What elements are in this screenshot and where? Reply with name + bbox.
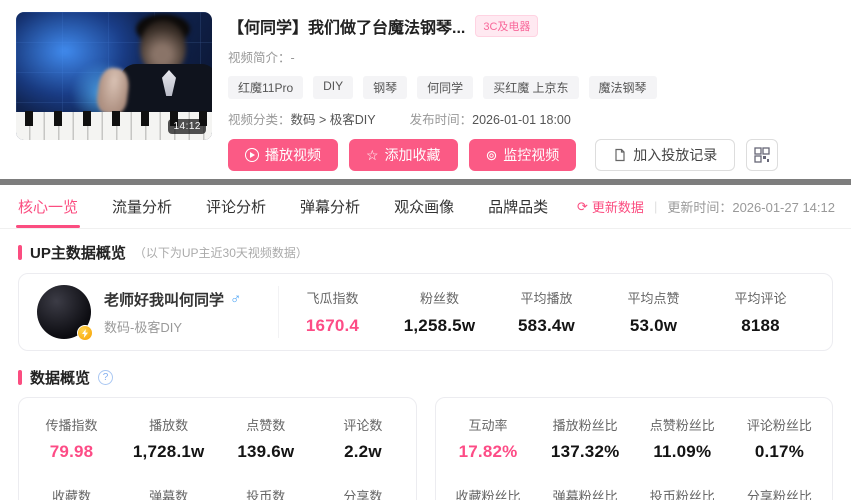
add-favorite-label: 添加收藏 [384, 147, 441, 163]
category-label: 视频分类： [228, 113, 291, 127]
up-overview-card: 老师好我叫何同学 ♂ 数码-极客DIY 飞瓜指数 1670.4 粉丝数 1,25… [18, 273, 833, 351]
publish-time-value: 2026-01-01 18:00 [472, 113, 571, 127]
description-value: - [290, 51, 295, 65]
category-badge: 3C及电器 [475, 15, 539, 37]
stat-shares: 分享数 6.6w [343, 489, 383, 500]
refresh-data-label: 更新数据 [591, 200, 644, 215]
stat-interaction-rate: 互动率 17.82% [458, 418, 518, 461]
monitor-video-button[interactable]: ⊚ 监控视频 [468, 139, 577, 171]
stat-comments: 评论数 2.2w [343, 418, 383, 461]
video-meta-row: 视频分类：数码 > 极客DIY 发布时间：2026-01-01 18:00 [228, 109, 835, 128]
up-stat-avg-likes: 平均点赞 53.0w [627, 291, 680, 335]
monitor-icon: ⊚ [485, 147, 498, 163]
stat-danmaku: 弹幕数 3.8w [149, 489, 189, 500]
vertical-separator: | [653, 199, 658, 214]
tab-danmaku-analysis[interactable]: 弹幕分析 [298, 185, 362, 228]
video-tag[interactable]: 何同学 [417, 76, 474, 99]
video-data-card: 传播指数 79.98 播放数 1,728.1w 点赞数 139.6w 评论数 2… [18, 397, 417, 500]
up-category: 数码-极客DIY [104, 319, 183, 335]
star-icon: ☆ [366, 147, 379, 163]
stat-coins: 投币数 95.0w [246, 489, 286, 500]
stat-plays: 播放数 1,728.1w [132, 418, 205, 461]
refresh-data-button[interactable]: ⟳ 更新数据 [577, 197, 644, 216]
play-video-button[interactable]: 播放视频 [228, 139, 338, 171]
stat-coin-fan-ratio: 投币粉丝比 7.55% [649, 489, 715, 500]
analysis-tabbar: 核心一览 流量分析 评论分析 弹幕分析 观众画像 品牌品类 ⟳ 更新数据 | 更… [0, 185, 851, 229]
stat-play-fan-ratio: 播放粉丝比 137.32% [550, 418, 620, 461]
up-stat-avg-plays: 平均播放 583.4w [518, 291, 575, 335]
video-duration-badge: 14:12 [168, 119, 206, 134]
up-profile[interactable]: 老师好我叫何同学 ♂ 数码-极客DIY [37, 285, 279, 341]
tab-comment-analysis[interactable]: 评论分析 [204, 185, 268, 228]
qr-code-button[interactable] [746, 139, 779, 171]
description-label: 视频简介： [228, 51, 291, 65]
stat-spread-index: 传播指数 79.98 [45, 418, 98, 461]
stat-share-fan-ratio: 分享粉丝比 0.52% [746, 489, 812, 500]
qr-code-icon [754, 147, 770, 163]
publish-time-label: 发布时间： [409, 113, 473, 127]
stat-like-fan-ratio: 点赞粉丝比 11.09% [649, 418, 715, 461]
up-section-note: （以下为UP主近30天视频数据） [133, 246, 308, 260]
stat-likes: 点赞数 139.6w [237, 418, 295, 461]
video-header: 14:12 【何同学】我们做了台魔法钢琴... 3C及电器 视频简介：- 红魔1… [0, 0, 851, 179]
stat-favorite-fan-ratio: 收藏粉丝比 4.83% [455, 489, 521, 500]
video-tag[interactable]: DIY [313, 76, 354, 99]
up-stat-avg-comments: 平均评论 8188 [734, 291, 787, 335]
section-accent-bar [18, 370, 22, 385]
up-avatar [37, 285, 93, 341]
male-gender-icon: ♂ [230, 290, 242, 308]
monitor-video-label: 监控视频 [503, 147, 560, 163]
category-value: 数码 > 极客DIY [290, 113, 376, 127]
video-tag[interactable]: 魔法钢琴 [588, 76, 657, 99]
data-section-header: 数据概览 ? [18, 367, 833, 388]
help-icon[interactable]: ? [98, 370, 114, 385]
ratio-data-card: 互动率 17.82% 播放粉丝比 137.32% 点赞粉丝比 11.09% 评论… [434, 397, 833, 500]
video-description-row: 视频简介：- [228, 47, 835, 66]
avatar-verified-badge [77, 325, 93, 341]
play-icon [245, 148, 259, 162]
add-delivery-record-button[interactable]: 加入投放记录 [595, 139, 736, 171]
tab-core-overview[interactable]: 核心一览 [16, 185, 81, 228]
video-thumbnail[interactable]: 14:12 [16, 12, 212, 140]
video-tags: 红魔11Pro DIY 钢琴 何同学 买红魔 上京东 魔法钢琴 [228, 76, 835, 99]
update-time-label: 更新时间： [667, 200, 733, 215]
add-delivery-record-label: 加入投放记录 [633, 147, 718, 163]
refresh-icon: ⟳ [577, 198, 588, 214]
tab-audience-profile[interactable]: 观众画像 [392, 185, 456, 228]
lightning-icon [82, 328, 88, 338]
document-icon [615, 148, 625, 162]
section-accent-bar [18, 245, 22, 260]
stat-favorites: 收藏数 60.8w [52, 489, 92, 500]
up-stat-followers: 粉丝数 1,258.5w [403, 291, 476, 335]
up-section-title: UP主数据概览 [30, 245, 126, 262]
up-stat-feigua-index: 飞瓜指数 1670.4 [305, 291, 360, 335]
update-time-value: 2026-01-27 14:12 [732, 200, 835, 215]
video-tag[interactable]: 钢琴 [363, 76, 408, 99]
data-section-title: 数据概览 [30, 370, 91, 387]
up-name[interactable]: 老师好我叫何同学 [104, 289, 224, 310]
up-section-header: UP主数据概览 （以下为UP主近30天视频数据） [18, 242, 833, 263]
video-tag[interactable]: 买红魔 上京东 [483, 76, 579, 99]
video-title: 【何同学】我们做了台魔法钢琴... [228, 20, 466, 37]
tab-traffic-analysis[interactable]: 流量分析 [110, 185, 174, 228]
add-favorite-button[interactable]: ☆ 添加收藏 [349, 139, 458, 171]
stat-danmaku-fan-ratio: 弹幕粉丝比 0.30% [552, 489, 618, 500]
stat-comment-fan-ratio: 评论粉丝比 0.17% [746, 418, 812, 461]
tab-brand-category[interactable]: 品牌品类 [486, 185, 550, 228]
play-video-label: 播放视频 [265, 147, 321, 163]
video-tag[interactable]: 红魔11Pro [228, 76, 304, 99]
